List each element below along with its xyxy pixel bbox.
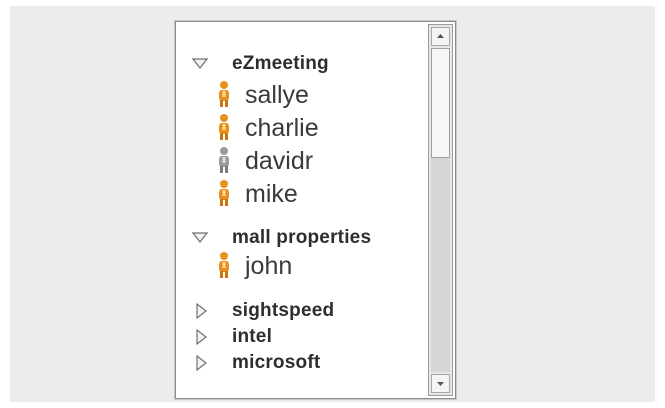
contact-name: davidr [245, 147, 314, 175]
group-label: microsoft [232, 352, 321, 373]
group-microsoft[interactable]: microsoft [176, 351, 416, 375]
group-mall-properties[interactable]: mall properties [176, 226, 416, 250]
contact-item-sallye[interactable]: sallye [176, 79, 416, 111]
group-ezmeeting[interactable]: eZmeeting [176, 52, 416, 76]
scroll-thumb[interactable] [431, 48, 450, 158]
scroll-up-button[interactable] [431, 27, 450, 46]
collapsed-triangle-icon[interactable] [194, 303, 210, 319]
scroll-down-arrow-icon [437, 382, 444, 386]
group-sightspeed[interactable]: sightspeed [176, 299, 416, 323]
group-label: intel [232, 326, 273, 347]
expanded-triangle-icon[interactable] [192, 56, 208, 72]
contact-item-mike[interactable]: mike [176, 178, 416, 210]
contact-name: charlie [245, 114, 319, 142]
person-icon [219, 252, 229, 278]
contact-item-john[interactable]: john [176, 250, 416, 282]
scroll-up-arrow-icon [437, 34, 444, 38]
scroll-down-button[interactable] [431, 374, 450, 393]
contact-item-davidr[interactable]: davidr [176, 145, 416, 177]
expanded-triangle-icon[interactable] [192, 230, 208, 246]
scroll-track[interactable] [431, 48, 450, 372]
contact-tree: eZmeeting sallye charlie davidr mike mal… [176, 22, 426, 398]
contact-item-charlie[interactable]: charlie [176, 112, 416, 144]
group-label: mall properties [232, 227, 372, 248]
contact-name: sallye [245, 81, 309, 109]
group-label: eZmeeting [232, 53, 329, 74]
group-intel[interactable]: intel [176, 325, 416, 349]
group-label: sightspeed [232, 300, 335, 321]
vertical-scrollbar[interactable] [428, 24, 453, 396]
person-icon [219, 81, 229, 107]
collapsed-triangle-icon[interactable] [194, 355, 210, 371]
contact-list-panel: eZmeeting sallye charlie davidr mike mal… [175, 21, 456, 399]
contact-name: john [245, 252, 293, 280]
contact-name: mike [245, 180, 298, 208]
person-icon [219, 180, 229, 206]
person-icon [219, 114, 229, 140]
person-icon [219, 147, 229, 173]
collapsed-triangle-icon[interactable] [194, 329, 210, 345]
